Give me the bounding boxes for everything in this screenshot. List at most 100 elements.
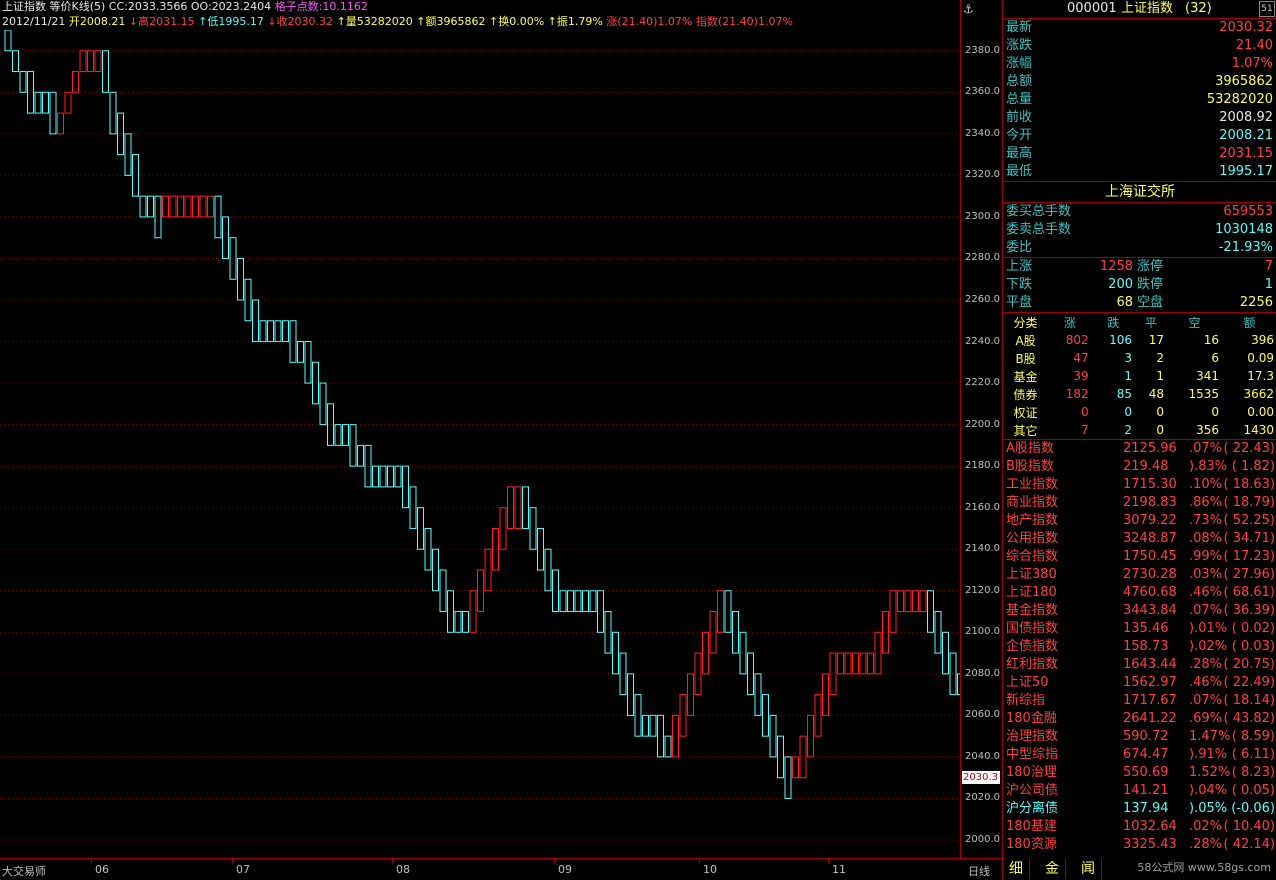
down-column bbox=[432, 548, 439, 592]
field-value: -21.93% bbox=[1218, 240, 1273, 255]
category-row[interactable]: 基金 39 1 1 341 17.3 bbox=[1003, 367, 1276, 385]
index-row[interactable]: 上证180 4760.68 .46%( 68.61) bbox=[1003, 584, 1276, 602]
quote-row: 涨跌 21.40 bbox=[1003, 37, 1276, 55]
index-row[interactable]: 商业指数 2198.83 .86%( 18.79) bbox=[1003, 494, 1276, 512]
down-column bbox=[394, 465, 402, 488]
column-header: 空 bbox=[1188, 315, 1201, 330]
index-row[interactable]: 综合指数 1750.45 .99%( 17.23) bbox=[1003, 548, 1276, 566]
table-cell: 356 bbox=[1196, 423, 1220, 437]
watermark: 58公式网 www.58gs.com bbox=[1137, 861, 1271, 874]
index-ch: ( 8.23) bbox=[1231, 765, 1275, 780]
index-row[interactable]: 工业指数 1715.30 .10%( 18.63) bbox=[1003, 476, 1276, 494]
index-p: 550.69 bbox=[1123, 765, 1169, 780]
table-cell: 17.3 bbox=[1247, 369, 1274, 383]
table-cell: 802 bbox=[1065, 333, 1089, 347]
index-row[interactable]: 沪公司债 141.21).04%( 0.05) bbox=[1003, 782, 1276, 800]
field-value: 1030148 bbox=[1215, 222, 1273, 237]
up-column bbox=[687, 673, 694, 716]
index-n: 基金指数 bbox=[1006, 603, 1059, 618]
panel-tab[interactable]: 闻 bbox=[1075, 859, 1102, 879]
index-row[interactable]: 180资源 3325.43 .28%( 42.14) bbox=[1003, 836, 1276, 854]
adv-dec-cell: 上涨 bbox=[1006, 259, 1033, 274]
panel-toggle-icon[interactable]: 51 bbox=[1259, 1, 1275, 17]
index-p: 3325.43 bbox=[1123, 837, 1177, 852]
index-row[interactable]: 新综指 1717.67 .07%( 18.14) bbox=[1003, 692, 1276, 710]
index-row[interactable]: A股指数 2125.96 .07%( 22.43) bbox=[1003, 440, 1276, 458]
index-pc: 1.47% bbox=[1189, 729, 1231, 744]
index-pc: .86% bbox=[1189, 495, 1223, 510]
index-n: 上证380 bbox=[1006, 567, 1057, 582]
down-column bbox=[597, 590, 604, 633]
category-row[interactable]: 其它 7 2 0 356 1430 bbox=[1003, 421, 1276, 440]
y-tick-label: 2020.0 bbox=[965, 792, 1000, 804]
index-pc: .99% bbox=[1189, 549, 1223, 564]
index-row[interactable]: 沪分离债 137.94).05% (-0.06) bbox=[1003, 800, 1276, 818]
index-n: A股指数 bbox=[1006, 441, 1054, 456]
index-ch: ( 8.59) bbox=[1231, 729, 1275, 744]
index-n: 180金融 bbox=[1006, 711, 1057, 726]
index-n: 工业指数 bbox=[1006, 477, 1059, 492]
index-row[interactable]: B股指数 219.48).83%( 1.82) bbox=[1003, 458, 1276, 476]
field-label: 前收 bbox=[1006, 110, 1033, 125]
index-pc: ).01% bbox=[1189, 621, 1228, 636]
index-row[interactable]: 上证50 1562.97 .46%( 22.49) bbox=[1003, 674, 1276, 692]
down-column bbox=[589, 590, 597, 613]
up-column bbox=[859, 652, 867, 675]
index-row[interactable]: 180治理 550.69 1.52%( 8.23) bbox=[1003, 764, 1276, 782]
up-column bbox=[792, 756, 799, 779]
down-column bbox=[304, 341, 312, 384]
index-row[interactable]: 企债指数 158.73).02%( 0.03) bbox=[1003, 638, 1276, 656]
index-row[interactable]: 地产指数 3079.22 .73%( 52.25) bbox=[1003, 512, 1276, 530]
down-column bbox=[544, 548, 552, 592]
index-pc: ).04% bbox=[1189, 783, 1228, 798]
point-figure-chart[interactable] bbox=[0, 30, 960, 858]
down-column bbox=[462, 611, 469, 633]
index-row[interactable]: 180金融 2641.22 .69%( 43.82) bbox=[1003, 710, 1276, 728]
panel-tab[interactable]: 金 bbox=[1039, 859, 1066, 879]
table-cell: 1535 bbox=[1188, 387, 1220, 401]
up-column bbox=[844, 652, 852, 675]
index-row[interactable]: 基金指数 3443.84 .07%( 36.39) bbox=[1003, 602, 1276, 620]
down-column bbox=[237, 257, 244, 301]
y-tick-label: 2300.0 bbox=[965, 210, 1000, 222]
category-row[interactable]: 权证 0 0 0 0 0.00 bbox=[1003, 403, 1276, 421]
index-p: 2730.28 bbox=[1123, 567, 1177, 582]
index-row[interactable]: 中型综指 674.47).91%( 6.11) bbox=[1003, 746, 1276, 764]
up-column bbox=[87, 50, 94, 73]
table-cell: 1 bbox=[1156, 369, 1165, 383]
x-tick-mark bbox=[232, 859, 233, 863]
field-value: 2008.92 bbox=[1219, 110, 1273, 125]
index-row[interactable]: 治理指数 590.72 1.47%( 8.59) bbox=[1003, 728, 1276, 746]
panel-tab[interactable]: 细 bbox=[1003, 859, 1030, 879]
index-row[interactable]: 公用指数 3248.87 .08%( 34.71) bbox=[1003, 530, 1276, 548]
y-tick-label: 2320.0 bbox=[965, 169, 1000, 181]
anchor-icon[interactable]: ⚓ bbox=[963, 2, 974, 16]
table-cell: 48 bbox=[1148, 387, 1165, 401]
adv-dec-cell: 68 bbox=[1116, 295, 1133, 310]
index-p: 2125.96 bbox=[1123, 441, 1177, 456]
category-row[interactable]: B股 47 3 2 6 0.09 bbox=[1003, 349, 1276, 367]
column-header: 平 bbox=[1145, 315, 1158, 330]
security-name-suffix: (32) bbox=[1185, 1, 1212, 16]
category-header-row: 分类 涨 跌 平 空 额 bbox=[1003, 313, 1276, 331]
period-selector[interactable]: 日线 bbox=[968, 863, 990, 879]
index-row[interactable]: 180基建 1032.64 .02%( 10.40) bbox=[1003, 818, 1276, 836]
chart-type-label[interactable]: 等价K线(5) bbox=[50, 0, 106, 13]
y-tick-label: 2160.0 bbox=[965, 501, 1000, 513]
category-row[interactable]: 债券 182 85 48 1535 3662 bbox=[1003, 385, 1276, 403]
down-column bbox=[4, 30, 12, 52]
index-row[interactable]: 红利指数 1643.44 .28%( 20.75) bbox=[1003, 656, 1276, 674]
index-row[interactable]: 国债指数 135.46).01%( 0.02) bbox=[1003, 620, 1276, 638]
quote-row: 今开 2008.21 bbox=[1003, 127, 1276, 145]
table-cell: 1430 bbox=[1243, 423, 1274, 437]
adv-dec-row: 下跌 200 跌停 1 bbox=[1003, 276, 1276, 294]
index-row[interactable]: 上证380 2730.28 .03%( 27.96) bbox=[1003, 566, 1276, 584]
field-value: 21.40 bbox=[1235, 38, 1273, 53]
index-p: 137.94 bbox=[1123, 801, 1169, 816]
up-column bbox=[882, 611, 889, 654]
category-row[interactable]: A股 802 106 17 16 396 bbox=[1003, 331, 1276, 349]
adv-dec-cell: 跌停 bbox=[1137, 277, 1164, 292]
index-ch: ( 17.23) bbox=[1223, 549, 1276, 564]
up-column bbox=[192, 195, 199, 218]
index-n: 企债指数 bbox=[1006, 639, 1059, 654]
